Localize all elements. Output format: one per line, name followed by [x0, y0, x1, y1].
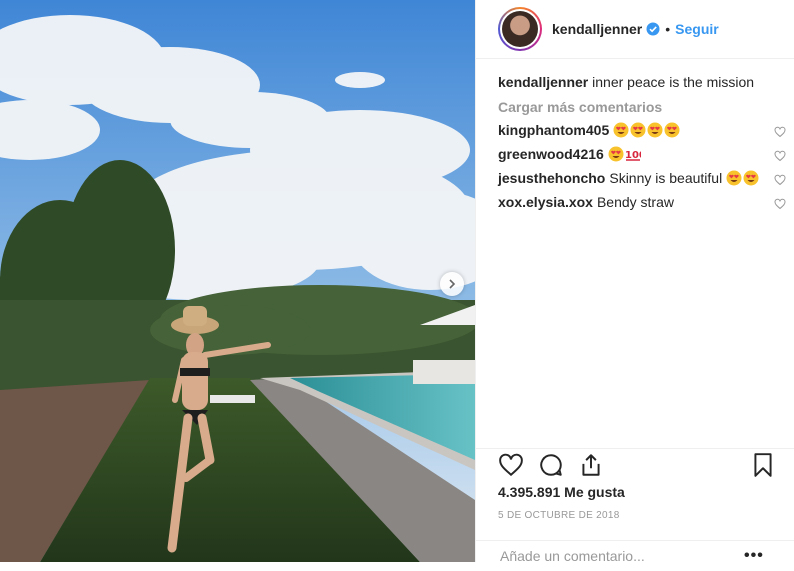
load-more-comments-button[interactable]: Cargar más comentarios	[476, 99, 794, 115]
comment-item: jesusthehoncho Skinny is beautiful	[476, 169, 794, 187]
comment-item: xox.elysia.xox Bendy straw	[476, 193, 794, 211]
comment-emoji-heart-eyes-icon	[743, 170, 759, 186]
comment-heart-icon[interactable]	[774, 172, 786, 190]
comment-text: Skinny is beautiful	[609, 170, 723, 186]
comment-emoji-hundred-icon: 100	[625, 146, 641, 162]
comment-username[interactable]: jesusthehoncho	[498, 169, 605, 187]
comment-emoji-heart-eyes-icon	[608, 146, 624, 162]
add-comment-input[interactable]	[498, 547, 742, 565]
heart-icon[interactable]	[498, 452, 524, 483]
avatar-image	[502, 11, 538, 47]
comments-list: kendalljenner inner peace is the mission…	[476, 59, 794, 211]
verified-badge-icon	[646, 22, 660, 36]
post-caption: kendalljenner inner peace is the mission	[476, 73, 794, 91]
chevron-right-icon	[449, 279, 456, 289]
comment-icon[interactable]	[538, 452, 564, 483]
avatar[interactable]	[498, 7, 542, 51]
share-icon[interactable]	[578, 452, 604, 483]
comment-item: kingphantom405	[476, 121, 794, 139]
avatar-border	[500, 9, 540, 49]
comment-username[interactable]: kingphantom405	[498, 121, 609, 139]
comment-username[interactable]: greenwood4216	[498, 145, 604, 163]
comment-heart-icon[interactable]	[774, 124, 786, 142]
photo-scene	[0, 0, 475, 562]
header-separator: •	[665, 21, 671, 37]
post-header: kendalljenner • Seguir	[476, 0, 794, 59]
post-actions-bar	[476, 448, 794, 477]
comment-emoji-heart-eyes-icon	[630, 122, 646, 138]
post-side-panel: kendalljenner • Seguir kendalljenner inn…	[475, 0, 794, 565]
comment-heart-icon[interactable]	[774, 148, 786, 166]
comment-emoji-heart-eyes-icon	[613, 122, 629, 138]
caption-username[interactable]: kendalljenner	[498, 74, 588, 90]
likes-count[interactable]: 4.395.891 Me gusta	[498, 484, 625, 500]
post-photo[interactable]	[0, 0, 475, 562]
header-username[interactable]: kendalljenner	[552, 21, 642, 37]
header-text: kendalljenner • Seguir	[552, 21, 719, 37]
comment-text: Bendy straw	[596, 194, 674, 210]
more-options-icon[interactable]: •••	[744, 547, 764, 565]
bookmark-icon[interactable]	[750, 452, 776, 483]
comment-heart-icon[interactable]	[774, 196, 786, 214]
post-date[interactable]: 5 DE OCTUBRE DE 2018	[498, 510, 620, 521]
instagram-post: kendalljenner • Seguir kendalljenner inn…	[0, 0, 794, 565]
comment-username[interactable]: xox.elysia.xox	[498, 193, 593, 211]
follow-button[interactable]: Seguir	[675, 21, 719, 37]
comment-emoji-heart-eyes-icon	[664, 122, 680, 138]
next-photo-button[interactable]	[440, 272, 464, 296]
add-comment-bar: •••	[476, 540, 794, 571]
comment-item: greenwood4216 100	[476, 145, 794, 163]
comment-emoji-heart-eyes-icon	[647, 122, 663, 138]
comment-emoji-heart-eyes-icon	[726, 170, 742, 186]
caption-text: inner peace is the mission	[592, 74, 755, 90]
